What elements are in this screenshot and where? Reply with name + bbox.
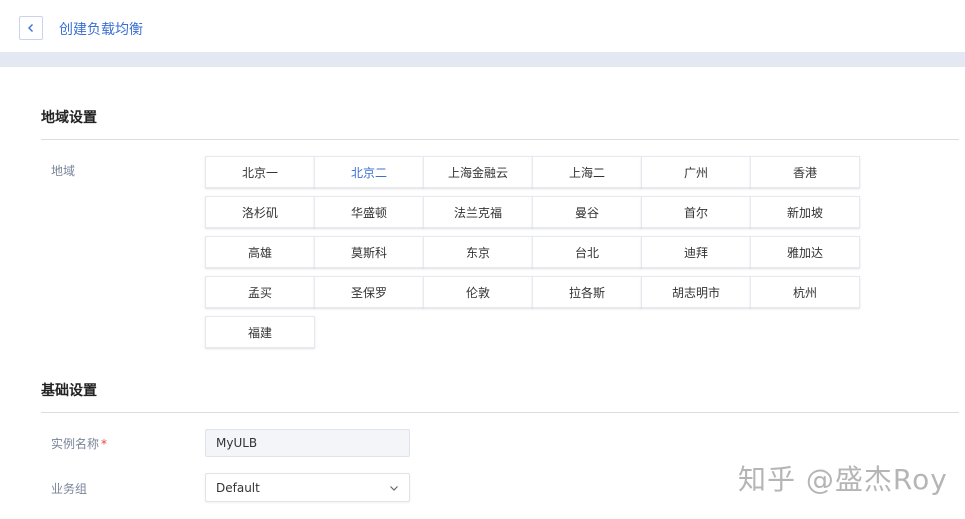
region-option[interactable]: 台北 [532,236,642,268]
required-mark: * [101,437,108,451]
top-bar: 创建负载均衡 [0,0,965,52]
region-option[interactable]: 洛杉矶 [205,196,315,228]
region-option[interactable]: 伦敦 [423,276,533,308]
region-section-title: 地域设置 [41,110,97,126]
header-banner [0,52,965,67]
region-option[interactable]: 北京一 [205,156,315,188]
region-option[interactable]: 上海二 [532,156,642,188]
region-option[interactable]: 北京二 [314,156,424,188]
region-option[interactable]: 胡志明市 [641,276,751,308]
region-option[interactable]: 圣保罗 [314,276,424,308]
region-option[interactable]: 香港 [750,156,860,188]
instance-name-input[interactable] [205,429,410,457]
region-selector: 北京一 北京二 上海金融云 上海二 广州 香港洛杉矶 华盛顿 法兰克福 曼谷 首尔 新加坡高雄 莫斯科… [205,156,861,348]
region-label: 地域 [51,164,76,178]
basic-section-title: 基础设置 [41,383,97,399]
chevron-down-icon [390,485,398,491]
instance-name-label: 实例名称 * [51,435,107,452]
region-option[interactable]: 华盛顿 [314,196,424,228]
region-option[interactable]: 高雄 [205,236,315,268]
region-section-divider [41,139,959,140]
region-option[interactable]: 广州 [641,156,751,188]
region-option[interactable]: 曼谷 [532,196,642,228]
chevron-left-icon [28,24,33,32]
watermark: 知乎 @盛杰Roy [738,463,948,496]
region-option[interactable]: 杭州 [750,276,860,308]
region-option[interactable]: 首尔 [641,196,751,228]
region-option[interactable]: 迪拜 [641,236,751,268]
region-option[interactable]: 孟买 [205,276,315,308]
region-option[interactable]: 上海金融云 [423,156,533,188]
region-option[interactable]: 新加坡 [750,196,860,228]
instance-name-label-text: 实例名称 [51,437,100,451]
region-option[interactable]: 莫斯科 [314,236,424,268]
business-group-value: Default [216,480,260,495]
back-button[interactable] [19,16,43,40]
basic-section-divider [41,412,959,413]
region-option[interactable]: 雅加达 [750,236,860,268]
region-option[interactable]: 法兰克福 [423,196,533,228]
business-group-select[interactable]: Default [205,473,410,502]
page-title: 创建负载均衡 [59,22,143,38]
region-option[interactable]: 福建 [205,316,315,348]
region-option[interactable]: 拉各斯 [532,276,642,308]
business-group-label: 业务组 [51,482,88,496]
region-option[interactable]: 东京 [423,236,533,268]
